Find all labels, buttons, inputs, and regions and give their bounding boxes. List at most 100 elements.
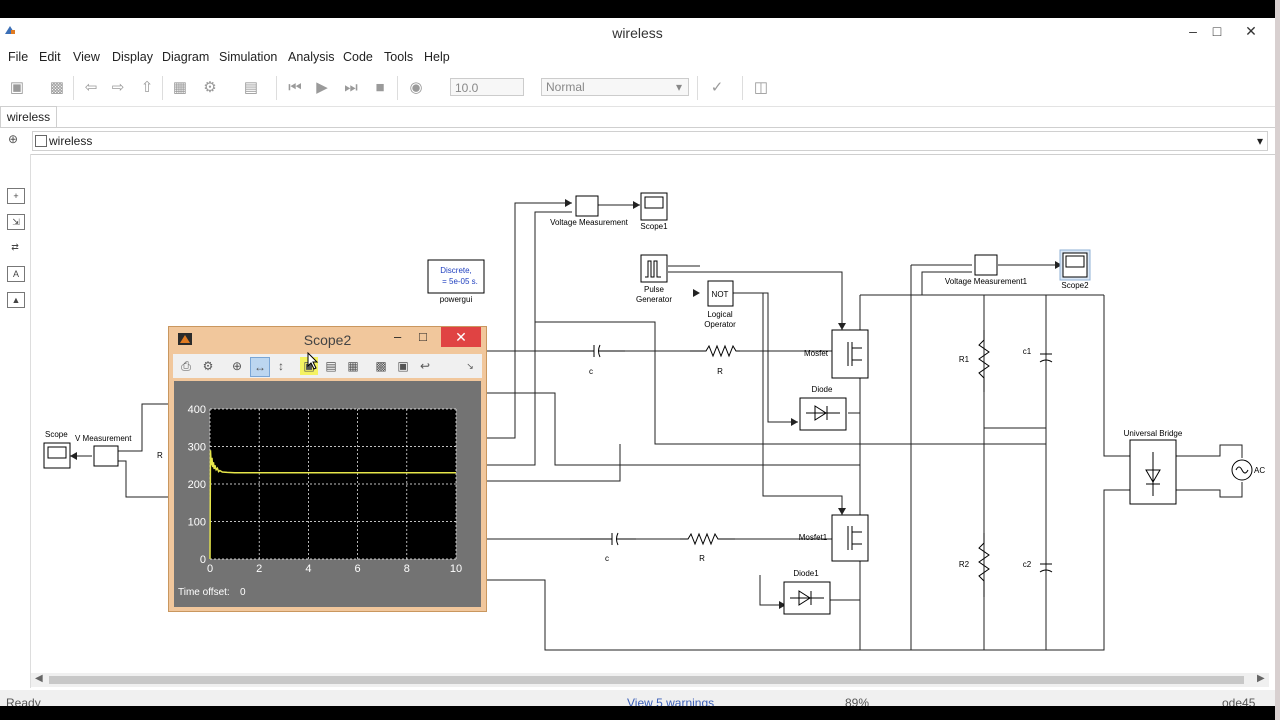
menu-code[interactable]: Code — [343, 50, 373, 64]
r-left-label: R — [157, 451, 163, 460]
model-icon — [35, 135, 47, 147]
zoom-y-icon[interactable]: ↕ — [272, 357, 290, 375]
horizontal-scrollbar[interactable]: ◀ ▶ — [31, 673, 1269, 687]
voltage-measurement1-block[interactable] — [974, 254, 998, 276]
capacitor-c-bottom-label: c — [605, 554, 609, 563]
resistor-r2[interactable] — [978, 533, 990, 597]
ac-source-label: AC — [1254, 466, 1265, 475]
scope2-window[interactable]: Scope2 – □ ✕ ⎙ ⚙ ⊕ ↔ ↕ ▣ ▤ ▦ ▩ ▣ ↩ ↘ 0 2 4… — [168, 326, 487, 612]
maximize-button[interactable]: □ — [1204, 20, 1230, 42]
image-icon[interactable]: ▲ — [7, 292, 25, 308]
record-icon[interactable]: ◉ — [405, 78, 427, 98]
address-bar: ⊕ wireless ▾ — [0, 128, 1275, 155]
save-axes-icon[interactable]: ▤ — [322, 357, 340, 375]
scope2-minimize-button[interactable]: – — [394, 329, 401, 344]
step-forward-icon[interactable]: ⏭ — [340, 78, 362, 98]
menu-edit[interactable]: Edit — [39, 50, 61, 64]
print-icon[interactable]: ⎙ — [177, 357, 195, 375]
mosfet1-block[interactable] — [831, 514, 869, 562]
arrow-icon[interactable]: ⇄ — [7, 240, 23, 254]
capacitor-c-top[interactable] — [570, 344, 625, 358]
annotation-icon[interactable]: A — [7, 266, 25, 282]
stop-icon[interactable]: ■ — [369, 78, 391, 98]
settings-gear-icon[interactable]: ⚙ — [199, 78, 221, 98]
forward-icon[interactable]: ⇨ — [107, 78, 129, 98]
scope2-title-bar[interactable]: Scope2 – □ ✕ — [169, 327, 486, 351]
stop-time-input[interactable]: 10.0 — [450, 78, 524, 96]
fit-to-view-icon[interactable]: ⇲ — [7, 214, 25, 230]
model-path: wireless — [49, 134, 93, 148]
voltage-measurement-label: Voltage Measurement — [550, 218, 629, 227]
window-title: wireless — [612, 25, 663, 41]
resistor-r-bottom-label: R — [699, 554, 705, 563]
scope2-title: Scope2 — [303, 332, 352, 348]
scroll-right-icon[interactable]: ▶ — [1257, 673, 1265, 684]
zoom-in-icon[interactable]: ⊕ — [228, 357, 246, 375]
restore-axes-icon[interactable]: ▦ — [344, 357, 362, 375]
pulse-generator-label2: Generator — [636, 295, 672, 304]
v-measurement-label: V Measurement — [75, 434, 132, 443]
x-tick-label: 0 — [207, 563, 213, 575]
minimize-button[interactable]: – — [1180, 20, 1206, 42]
diode-block[interactable] — [799, 397, 847, 431]
step-back-icon[interactable]: ⏮ — [284, 78, 306, 98]
menu-file[interactable]: File — [8, 50, 28, 64]
resistor-r-top[interactable] — [690, 344, 740, 358]
zoom-icon[interactable]: + — [7, 188, 25, 204]
scrollbar-thumb[interactable] — [49, 676, 1244, 684]
toolbar: ▣ ▩ ⇦ ⇨ ⇧ ▦ ⚙ ▤ ⏮ ▶ ⏭ ■ ◉ 10.0 Normal ▾ … — [0, 70, 1275, 107]
back-icon[interactable]: ⇦ — [80, 78, 102, 98]
close-button[interactable]: ✕ — [1238, 20, 1264, 42]
menu-simulation[interactable]: Simulation — [219, 50, 277, 64]
new-model-icon[interactable]: ▣ — [6, 78, 28, 98]
resistor-r2-label: R2 — [959, 560, 970, 569]
toolbar-separator — [73, 76, 74, 100]
model-advisor-icon[interactable]: ✓ — [706, 78, 728, 98]
chevron-down-icon: ▾ — [1257, 134, 1264, 148]
capacitor-c1-label: c1 — [1023, 347, 1032, 356]
menu-help[interactable]: Help — [424, 50, 450, 64]
diagram-palette: + ⇲ ⇄ A ▲ » — [0, 154, 31, 700]
model-explorer-icon[interactable]: ▤ — [240, 78, 262, 98]
x-tick-label: 4 — [305, 563, 311, 575]
menu-analysis[interactable]: Analysis — [288, 50, 335, 64]
scope2-close-button[interactable]: ✕ — [441, 327, 481, 347]
scope2-block[interactable] — [1062, 252, 1088, 278]
parameters-gear-icon[interactable]: ⚙ — [199, 357, 217, 375]
voltage-measurement-block[interactable] — [575, 195, 599, 217]
capacitor-c-top-label: c — [589, 367, 593, 376]
toolbar-expand-icon[interactable]: ↘ — [461, 357, 479, 375]
tab-wireless[interactable]: wireless — [0, 106, 57, 127]
capacitor-c-bottom[interactable] — [580, 532, 636, 546]
scope1-label: Scope1 — [640, 222, 668, 231]
scope2-plot-area: 0 2 4 6 8 10 0 100 200 300 400 Time offset: 0 — [174, 381, 481, 607]
diode1-label: Diode1 — [793, 569, 819, 578]
lock-axes-icon[interactable]: ▣ — [394, 357, 412, 375]
not-label: NOT — [712, 290, 729, 299]
y-tick-label: 300 — [188, 442, 206, 454]
resistor-r-bottom[interactable] — [680, 532, 735, 546]
menu-display[interactable]: Display — [112, 50, 153, 64]
hide-browser-icon[interactable]: ⊕ — [8, 132, 18, 146]
v-measurement-block[interactable] — [93, 445, 119, 467]
run-icon[interactable]: ▶ — [311, 78, 333, 98]
signal-selection-icon[interactable]: ↩ — [416, 357, 434, 375]
model-path-breadcrumb[interactable]: wireless ▾ — [32, 131, 1268, 151]
warnings-link[interactable]: View 5 warnings — [627, 696, 714, 706]
mosfet-block[interactable] — [831, 329, 869, 379]
toolbar-separator — [697, 76, 698, 100]
zoom-x-icon[interactable]: ↔ — [250, 357, 270, 377]
up-icon[interactable]: ⇧ — [136, 78, 158, 98]
menu-diagram[interactable]: Diagram — [162, 50, 209, 64]
x-tick-label: 10 — [450, 563, 462, 575]
universal-bridge-label: Universal Bridge — [1124, 429, 1183, 438]
floating-scope-icon[interactable]: ▩ — [372, 357, 390, 375]
save-icon[interactable]: ▩ — [46, 78, 68, 98]
scroll-left-icon[interactable]: ◀ — [35, 673, 43, 684]
menu-view[interactable]: View — [73, 50, 100, 64]
menu-tools[interactable]: Tools — [384, 50, 413, 64]
simulation-mode-select[interactable]: Normal ▾ — [541, 78, 689, 96]
scope2-maximize-button[interactable]: □ — [419, 329, 427, 344]
library-browser-icon[interactable]: ▦ — [169, 78, 191, 98]
build-icon[interactable]: ◫ — [750, 78, 772, 98]
